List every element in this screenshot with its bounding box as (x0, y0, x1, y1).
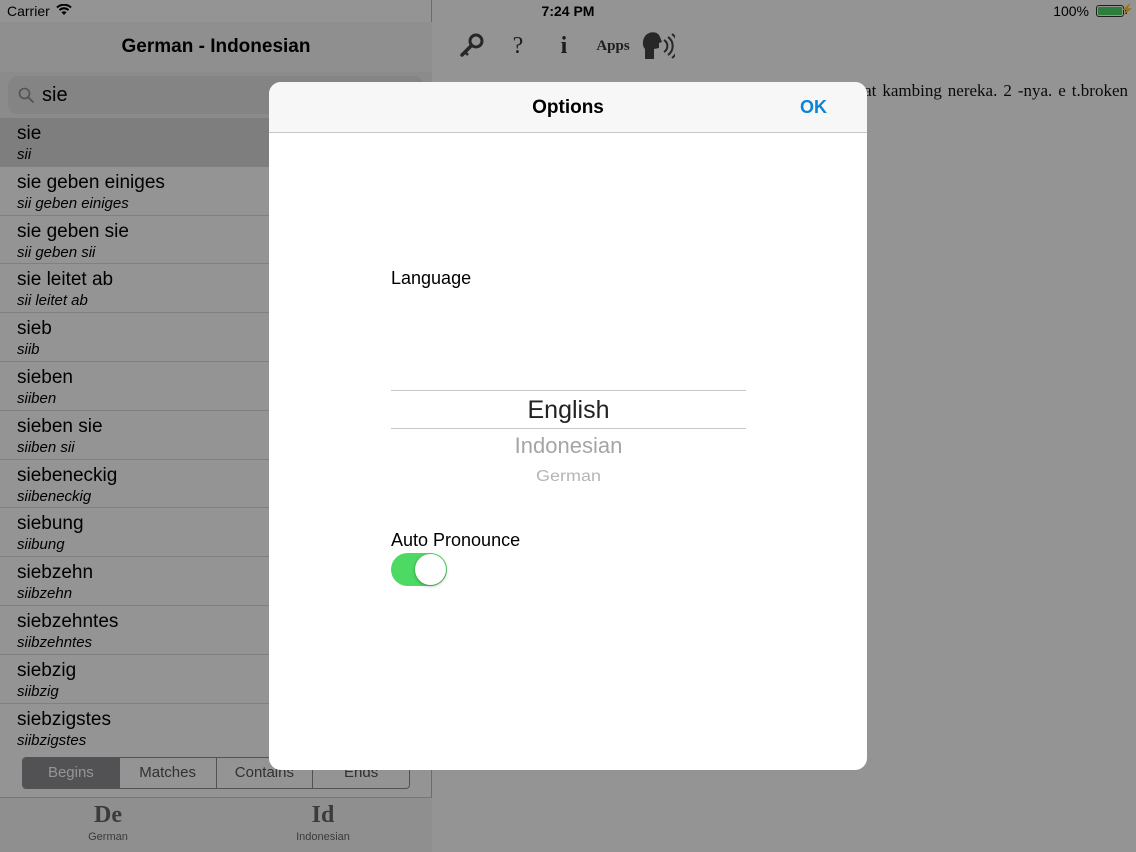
picker-option-english[interactable]: English (391, 396, 746, 425)
toggle-knob (415, 554, 446, 585)
ok-button[interactable]: OK (800, 97, 827, 118)
auto-pronounce-label: Auto Pronounce (391, 530, 521, 550)
language-picker[interactable]: English Indonesian German (391, 390, 746, 490)
auto-pronounce-toggle[interactable] (391, 553, 447, 586)
language-label: Language (391, 268, 472, 288)
picker-divider-top (391, 390, 746, 391)
picker-divider-bottom (391, 428, 746, 429)
picker-option-indonesian[interactable]: Indonesian (391, 433, 746, 459)
options-title: Options (532, 97, 604, 118)
picker-option-german[interactable]: German (391, 468, 746, 486)
options-dialog: Options OK Language English Indonesian G… (269, 82, 867, 770)
options-header: Options OK (269, 82, 867, 133)
